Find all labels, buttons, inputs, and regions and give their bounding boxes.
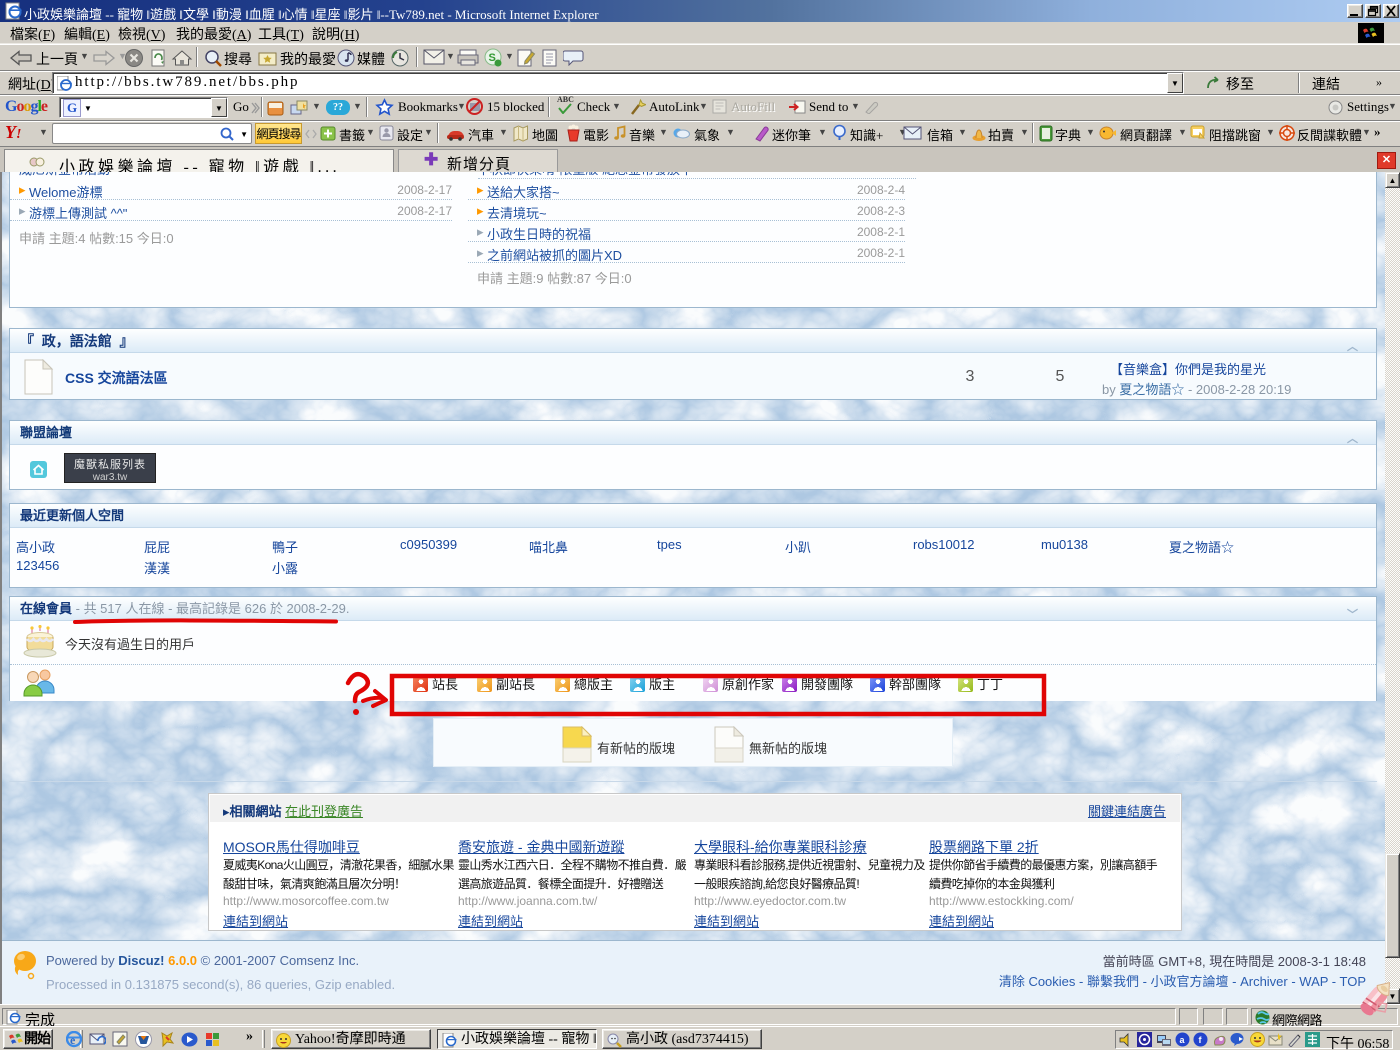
svg-text:e: e (70, 1033, 76, 1047)
